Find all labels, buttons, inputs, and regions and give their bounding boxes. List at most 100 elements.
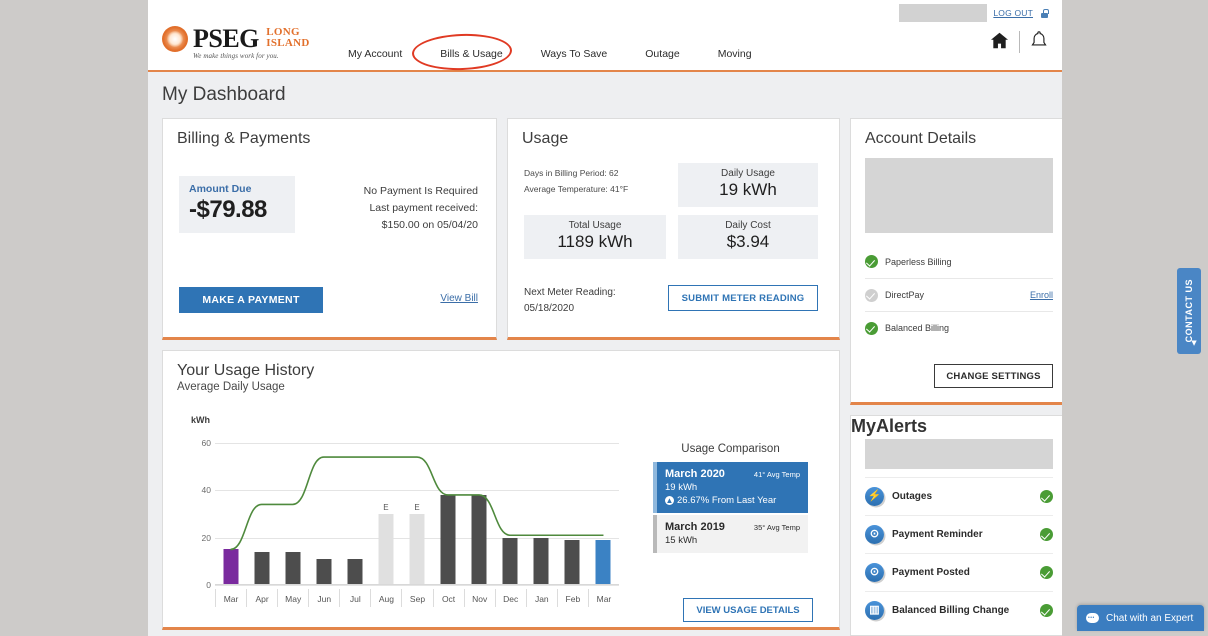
alert-row[interactable]: ⊙ Payment Posted	[865, 553, 1053, 591]
amount-due-label: Amount Due	[189, 183, 252, 195]
chart-x-tick-labels: Mar Apr May Jun Jul Aug Sep Oct Nov Dec Jan Feb Mar	[215, 587, 619, 607]
alert-row[interactable]: ▥ Balanced Billing Change	[865, 591, 1053, 629]
view-bill-link[interactable]: View Bill	[440, 293, 478, 304]
chart-bar[interactable]	[533, 537, 549, 585]
usage-comparison-previous[interactable]: March 2019 35° Avg Temp 15 kWh	[653, 515, 808, 553]
chart-bar-column[interactable]	[215, 431, 246, 585]
chart-bar[interactable]: E	[409, 503, 425, 585]
usage-history-chart: kWh 0 20 40 60 EE Mar Apr May Jun Jul Aug Sep Oct N…	[179, 415, 619, 611]
chart-bar[interactable]	[347, 558, 363, 585]
nav-item-bills-usage-label: Bills & Usage	[440, 48, 503, 60]
stat-daily-cost-label: Daily Cost	[725, 220, 771, 231]
account-details-title: Account Details	[865, 130, 977, 147]
usage-history-title: Your Usage History	[177, 362, 315, 379]
usage-comparison-current[interactable]: March 2020 41° Avg Temp 19 kWh ▲ 26.67% …	[653, 462, 808, 513]
alert-enabled-check-icon[interactable]	[1040, 528, 1053, 541]
billing-card-title: Billing & Payments	[177, 130, 311, 147]
pseg-long-island-logo[interactable]: PSEG LONG ISLAND We make things work for…	[162, 26, 310, 60]
account-details-list: Paperless Billing DirectPay Enroll Balan…	[865, 245, 1053, 344]
chart-bar-column[interactable]	[588, 431, 619, 585]
account-name-mask	[899, 4, 988, 22]
nav-item-outage[interactable]: Outage	[645, 44, 679, 64]
home-icon[interactable]	[990, 32, 1009, 52]
account-detail-paperless-billing[interactable]: Paperless Billing	[865, 245, 1053, 278]
view-usage-details-button[interactable]: VIEW USAGE DETAILS	[683, 598, 813, 622]
comparison-current-delta: ▲ 26.67% From Last Year	[665, 495, 800, 506]
logo-brand: PSEG	[193, 24, 259, 53]
change-settings-button[interactable]: CHANGE SETTINGS	[934, 364, 1053, 388]
utility-bar: LOG OUT	[899, 4, 1049, 22]
chart-bar[interactable]	[223, 549, 239, 585]
chart-x-label: Sep	[401, 589, 432, 607]
stat-daily-cost-value: $3.94	[726, 232, 770, 251]
nav-item-bills-usage[interactable]: Bills & Usage	[411, 32, 513, 72]
chart-y-axis-unit: kWh	[191, 415, 210, 425]
chart-bar-column[interactable]	[526, 431, 557, 585]
chart-bar-column[interactable]	[277, 431, 308, 585]
stat-daily-usage-label: Daily Usage	[721, 168, 775, 179]
arrow-up-icon: ▲	[665, 496, 674, 505]
alert-enabled-check-icon[interactable]	[1040, 490, 1053, 503]
chart-bar[interactable]	[254, 551, 270, 585]
usage-card-title: Usage	[522, 130, 569, 147]
nav-item-moving[interactable]: Moving	[718, 44, 752, 64]
chart-icon: ▥	[865, 601, 884, 620]
make-a-payment-button[interactable]: MAKE A PAYMENT	[179, 287, 323, 313]
alert-row[interactable]: ⊙ Payment Reminder	[865, 515, 1053, 553]
chart-y-tick: 60	[201, 437, 211, 448]
top-cards-row: Billing & Payments Amount Due -$79.88 No…	[162, 118, 840, 340]
account-detail-label: Paperless Billing	[885, 256, 952, 267]
chart-bar[interactable]	[595, 540, 611, 585]
chat-with-expert-button[interactable]: ••• Chat with an Expert	[1077, 605, 1204, 631]
submit-meter-reading-button[interactable]: SUBMIT METER READING	[668, 285, 818, 311]
app-page: LOG OUT PSEG LONG ISLAND We make things …	[148, 0, 1062, 636]
payment-note: No Payment Is Required Last payment rece…	[364, 183, 478, 234]
lock-icon	[1041, 8, 1049, 18]
chat-bubble-icon: •••	[1086, 613, 1099, 623]
chart-bar-column[interactable]	[464, 431, 495, 585]
chart-bar-column[interactable]	[339, 431, 370, 585]
chart-bar-column[interactable]	[557, 431, 588, 585]
days-in-billing-period: Days in Billing Period: 62	[524, 168, 619, 178]
enroll-link[interactable]: Enroll	[1030, 290, 1053, 300]
account-detail-directpay[interactable]: DirectPay Enroll	[865, 278, 1053, 311]
alert-enabled-check-icon[interactable]	[1040, 566, 1053, 579]
chart-bar-column[interactable]	[246, 431, 277, 585]
stat-daily-cost: Daily Cost $3.94	[678, 215, 818, 259]
nav-item-my-account[interactable]: My Account	[348, 44, 402, 64]
chart-bar[interactable]	[285, 551, 301, 585]
chart-bars: EE	[215, 431, 619, 585]
account-detail-label: Balanced Billing	[885, 323, 950, 333]
alert-row[interactable]: ⚡ Outages	[865, 477, 1053, 515]
stat-total-usage-label: Total Usage	[568, 220, 622, 231]
chart-bar[interactable]	[502, 537, 518, 585]
contact-us-tab[interactable]: CONTACT US ▲	[1177, 268, 1201, 354]
logo-sub: LONG ISLAND	[266, 27, 309, 49]
alert-label: Balanced Billing Change	[892, 605, 1010, 616]
nav-item-ways-to-save[interactable]: Ways To Save	[541, 44, 608, 64]
payment-note-line1: No Payment Is Required	[363, 185, 478, 197]
alert-enabled-check-icon[interactable]	[1040, 604, 1053, 617]
bell-icon[interactable]	[1030, 30, 1048, 53]
chart-bar[interactable]	[564, 540, 580, 585]
usage-comparison: Usage Comparison March 2020 41° Avg Temp…	[653, 443, 808, 553]
caret-up-icon: ▲	[1189, 337, 1199, 349]
chart-bar-column[interactable]	[433, 431, 464, 585]
chart-bar[interactable]	[471, 494, 487, 585]
chart-bar-column[interactable]: E	[370, 431, 401, 585]
chart-bar-column[interactable]: E	[401, 431, 432, 585]
chart-bar-column[interactable]	[495, 431, 526, 585]
next-meter-reading-date: 05/18/2020	[524, 303, 575, 314]
chart-bar-column[interactable]	[308, 431, 339, 585]
chart-bar[interactable]	[440, 494, 456, 585]
chart-x-label: Feb	[556, 589, 588, 607]
log-out-link[interactable]: LOG OUT	[993, 8, 1033, 18]
stat-total-usage-value: 1189 kWh	[557, 232, 633, 251]
account-detail-balanced-billing[interactable]: Balanced Billing	[865, 311, 1053, 344]
myalerts-list: ⚡ Outages ⊙ Payment Reminder ⊙ Payment Posted…	[865, 477, 1053, 629]
sunburst-icon	[162, 26, 188, 52]
comparison-current-delta-text: 26.67% From Last Year	[677, 495, 777, 506]
chart-bar[interactable]	[316, 558, 332, 585]
chart-bar[interactable]: E	[378, 503, 394, 585]
site-header: LOG OUT PSEG LONG ISLAND We make things …	[148, 0, 1062, 72]
